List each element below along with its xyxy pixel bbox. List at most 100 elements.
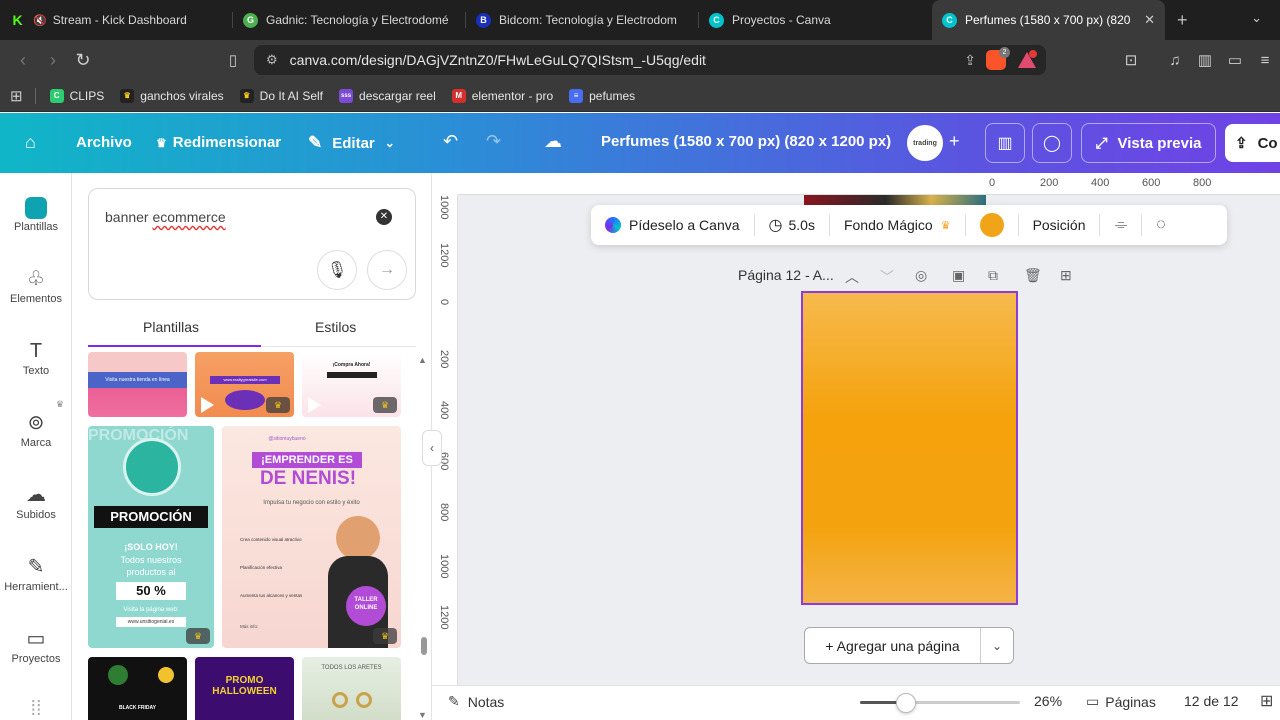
zoom-slider-knob[interactable] [895, 693, 916, 713]
site-settings-icon[interactable]: ⚙ [266, 52, 278, 68]
close-tab-icon[interactable]: ✕ [1144, 12, 1155, 28]
tab-templates[interactable]: Plantillas [143, 319, 199, 335]
rail-item-templates[interactable]: Plantillas [0, 193, 72, 233]
comments-button[interactable]: ◯ [1032, 123, 1072, 163]
add-comment-button[interactable]: ◌ [1142, 216, 1180, 234]
tab-search-icon[interactable]: ⌄ [1251, 10, 1262, 26]
document-title[interactable]: Perfumes (1580 x 700 px) (820 x 1200 px) [601, 133, 891, 150]
hide-page-icon[interactable]: ◎ [915, 267, 927, 284]
rail-item-apps[interactable]: ⁞⁞ [0, 695, 72, 720]
duplicate-page-icon[interactable]: ⧉ [988, 267, 998, 284]
add-page-icon[interactable]: ⊞ [1060, 267, 1072, 284]
notes-button[interactable]: ✎ Notas [448, 693, 504, 710]
template-thumb-emprender[interactable]: @sitiomuybueno ¡EMPRENDER ES DE NENIS! I… [222, 426, 401, 648]
bookmark-doitai[interactable]: ♛ Do It AI Self [239, 88, 323, 103]
scroll-down-icon[interactable]: ▼ [418, 710, 427, 720]
template-thumb[interactable]: TODOS LOS ARETES [302, 657, 401, 720]
rail-item-projects[interactable]: ▭ Proyectos [0, 625, 72, 665]
context-toolbar: Pídeselo a Canva ◷ 5.0s Fondo Mágico ♛ P… [591, 205, 1227, 245]
add-page-button[interactable]: + Agregar una página ⌄ [804, 627, 1014, 664]
zoom-level[interactable]: 26% [1034, 693, 1062, 709]
add-page-main[interactable]: + Agregar una página [805, 628, 981, 663]
forward-icon[interactable]: › [38, 50, 68, 71]
resize-button[interactable]: ♛ Redimensionar [156, 134, 281, 151]
panel-scrollbar[interactable] [421, 637, 427, 655]
grid-view-icon[interactable]: ⊞ [1260, 691, 1273, 711]
undo-icon[interactable]: ↶ [443, 131, 458, 152]
bookmark-ganchos[interactable]: ♛ ganchos virales [120, 88, 224, 103]
share-url-icon[interactable]: ⇪ [964, 52, 976, 69]
redo-icon[interactable]: ↷ [486, 131, 501, 152]
scroll-up-icon[interactable]: ▲ [418, 355, 427, 365]
template-thumb[interactable]: PROMO HALLOWEEN [195, 657, 294, 720]
rail-item-text[interactable]: T Texto [0, 337, 72, 377]
page-title[interactable]: Página 12 - A... [738, 267, 834, 283]
menu-icon[interactable]: ≡ [1250, 52, 1280, 69]
pages-button[interactable]: ▭ Páginas [1086, 693, 1156, 710]
duration-button[interactable]: ◷ 5.0s [755, 215, 829, 235]
avatar[interactable]: trading [907, 125, 943, 161]
lock-page-icon[interactable]: ▣ [952, 267, 965, 284]
bookmark-pefumes[interactable]: ≡ pefumes [569, 88, 635, 103]
edit-mode-button[interactable]: ✎ Editar ⌄ [308, 133, 395, 153]
tab-proyectos[interactable]: C Proyectos - Canva [699, 0, 932, 40]
bookmark-elementor[interactable]: Melementor - pro [451, 88, 553, 103]
submit-search-button[interactable]: → [367, 250, 407, 290]
home-icon[interactable]: ⌂ [25, 132, 36, 153]
media-icon[interactable]: ♫ [1160, 52, 1190, 69]
file-menu-button[interactable]: Archivo [76, 134, 132, 151]
tab-bidcom[interactable]: B Bidcom: Tecnología y Electrodom [466, 0, 699, 40]
voice-search-button[interactable]: 🎙 [317, 250, 357, 290]
delete-page-icon[interactable]: 🗑 [1024, 267, 1042, 284]
bookmark-descargar[interactable]: sss descargar reel [339, 88, 436, 103]
template-thumb-promocion[interactable]: PROMOCIÓN PROMOCIÓN ¡SOLO HOY! Todos nue… [88, 426, 214, 648]
url-bar[interactable]: ⚙ canva.com/design/DAGjVZntnZ0/FHwLeGuLQ… [254, 45, 1046, 75]
reload-icon[interactable]: ↻ [68, 50, 98, 71]
bookmark-icon[interactable]: ▯ [218, 51, 248, 69]
template-search-box[interactable]: banner ecommerce ✕ 🎙 → [88, 188, 416, 300]
cloud-saved-icon[interactable]: ☁ [544, 131, 562, 152]
rail-item-tools[interactable]: ✎ Herramient... [0, 553, 72, 593]
search-input[interactable]: banner ecommerce [105, 209, 226, 225]
apps-grid-icon[interactable]: ⊞ [10, 87, 23, 105]
preview-button[interactable]: ⤢ Vista previa [1081, 123, 1216, 163]
copy-style-button[interactable]: ⌯ [1100, 216, 1141, 234]
add-page-dropdown[interactable]: ⌄ [981, 639, 1013, 653]
position-button[interactable]: Posición [1019, 217, 1100, 233]
rail-item-elements[interactable]: ♧ Elementos [0, 265, 72, 305]
zoom-slider[interactable] [860, 693, 1020, 713]
ask-canva-button[interactable]: Pídeselo a Canva [591, 217, 754, 233]
page-count[interactable]: 12 de 12 [1184, 693, 1239, 709]
design-page[interactable] [801, 291, 1018, 605]
move-page-up-icon[interactable]: ︿ [845, 267, 859, 287]
tab-kick[interactable]: K 🔇 Stream - Kick Dashboard [0, 0, 233, 40]
template-thumb[interactable]: Visita nuestra tienda en línea [88, 352, 187, 417]
rail-item-uploads[interactable]: ☁ Subidos [0, 481, 72, 521]
brave-shield-icon[interactable]: 2 [986, 47, 1010, 70]
clear-search-icon[interactable]: ✕ [376, 209, 392, 225]
sidebar-icon[interactable]: ▥ [1190, 51, 1220, 69]
brave-rewards-icon[interactable] [1018, 50, 1037, 68]
wallet-icon[interactable]: ▭ [1220, 51, 1250, 69]
share-button[interactable]: ⇪ Co [1225, 124, 1280, 162]
rail-label: Elementos [10, 293, 62, 305]
template-thumb[interactable]: BLACK FRIDAY [88, 657, 187, 720]
add-collaborator-icon[interactable]: + [949, 131, 960, 152]
rail-item-brand[interactable]: ♛ ⊚ Marca [0, 399, 72, 449]
template-thumb[interactable]: ¡Compra Ahora! ♛ [302, 352, 401, 417]
insights-button[interactable]: ▥ [985, 123, 1025, 163]
color-picker-button[interactable] [966, 213, 1018, 237]
move-page-down-icon[interactable]: ﹀ [880, 267, 894, 287]
back-icon[interactable]: ‹ [8, 50, 38, 71]
tab-gadnic[interactable]: G Gadnic: Tecnología y Electrodomé [233, 0, 466, 40]
collapse-panel-button[interactable]: ‹ [422, 430, 442, 466]
template-thumb[interactable]: www.reallygreatsite.com ♛ [195, 352, 294, 417]
thumb-body: Todos nuestros productos al [120, 555, 182, 577]
tab-perfumes[interactable]: C Perfumes (1580 x 700 px) (820 ✕ [932, 0, 1165, 40]
bookmark-clips[interactable]: C CLIPS [49, 88, 104, 103]
tab-styles[interactable]: Estilos [315, 319, 356, 335]
screenshot-icon[interactable]: ⊡ [1116, 51, 1146, 69]
screen: K 🔇 Stream - Kick Dashboard G Gadnic: Te… [0, 0, 1280, 720]
new-tab-icon[interactable]: + [1177, 10, 1188, 31]
magic-background-button[interactable]: Fondo Mágico ♛ [830, 217, 965, 233]
